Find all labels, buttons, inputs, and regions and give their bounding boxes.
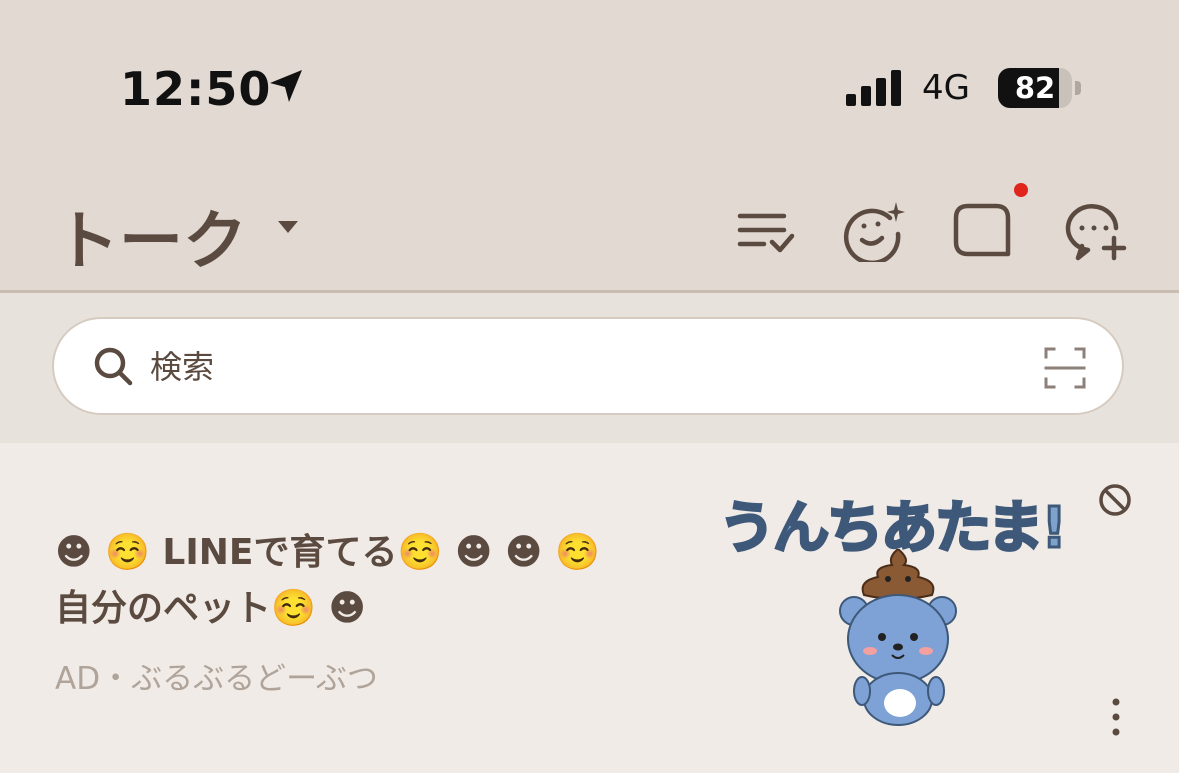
search-area — [0, 293, 1179, 443]
network-type: 4G — [922, 68, 970, 108]
search-bar[interactable] — [52, 317, 1124, 415]
page-title[interactable]: トーク — [55, 190, 247, 282]
ad-title-line2: 自分のペット☺️ ☻ — [55, 588, 366, 629]
search-input[interactable] — [148, 339, 952, 395]
edit-list-icon[interactable] — [734, 198, 798, 262]
search-icon — [92, 345, 134, 387]
scan-icon[interactable] — [1044, 347, 1086, 389]
more-options-icon[interactable] — [1104, 697, 1128, 737]
ad-title-line1: ☻ ☺️ LINEで育てる☺️ ☻ ☻ ☺️ — [55, 532, 600, 573]
battery-indicator: 82 — [998, 68, 1082, 108]
ad-subtitle: AD・ぶるぶるどーぶつ — [55, 661, 378, 697]
talk-header: トーク — [0, 170, 1179, 293]
bear-character-icon — [839, 549, 957, 726]
notification-dot — [1014, 183, 1028, 197]
caret-down-icon[interactable] — [278, 220, 298, 234]
location-arrow-icon — [266, 66, 306, 106]
face-sparkle-icon[interactable] — [842, 198, 906, 266]
chat-bubble-icon[interactable] — [950, 198, 1014, 262]
status-bar: 12:50 4G 82 — [0, 0, 1179, 170]
battery-body: 82 — [998, 68, 1072, 108]
status-time: 12:50 — [120, 62, 272, 116]
ad-image[interactable]: うんちあたま! — [718, 483, 1068, 773]
battery-percent: 82 — [1014, 71, 1056, 105]
add-chat-icon[interactable] — [1064, 198, 1128, 262]
battery-cap — [1075, 81, 1081, 95]
block-icon[interactable] — [1098, 483, 1132, 517]
ad-title: ☻ ☺️ LINEで育てる☺️ ☻ ☻ ☺️ 自分のペット☺️ ☻ — [55, 525, 655, 637]
cellular-signal-icon — [846, 70, 906, 106]
ad-list-item[interactable]: ☻ ☺️ LINEで育てる☺️ ☻ ☻ ☺️ 自分のペット☺️ ☻ AD・ぶるぶ… — [0, 443, 1179, 769]
